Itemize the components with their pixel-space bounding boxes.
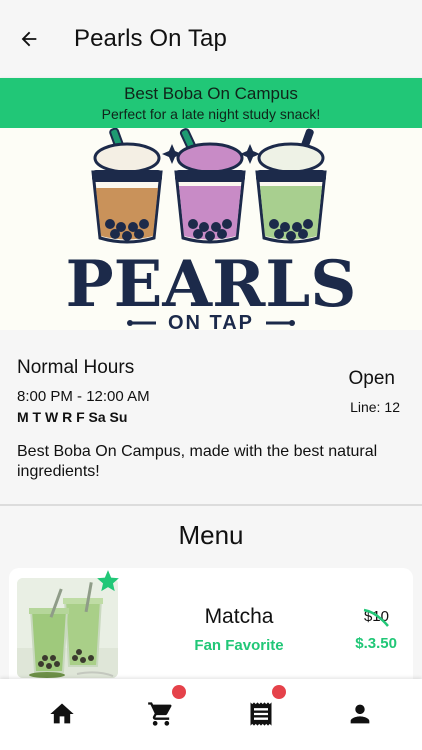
shop-info-section: Normal Hours 8:00 PM - 12:00 AM M T W R … [0,330,422,504]
item-old-price: $10 [363,608,389,627]
orders-badge [272,685,286,699]
arrow-back-icon [21,31,37,47]
taro-cup-icon [174,128,246,244]
matcha-cup-icon [255,128,327,244]
nav-cart[interactable] [144,697,178,731]
bottom-navigation [0,679,422,750]
home-icon [50,703,74,724]
star-icon [97,570,119,592]
section-divider [0,504,422,506]
hours-time: 8:00 PM - 12:00 AM [17,388,150,405]
app-bar: Pearls On Tap [0,0,422,78]
hours-days: M T W R F Sa Su [17,409,128,425]
person-icon [350,704,370,724]
shop-logo-image: PEARLS ON TAP [0,128,422,330]
banner-title: Best Boba On Campus [124,84,298,103]
nav-profile[interactable] [343,697,377,731]
back-button[interactable] [14,24,44,54]
open-status: Open [348,368,395,389]
cart-icon [148,702,172,726]
shop-description: Best Boba On Campus, made with the best … [17,443,378,480]
nav-home[interactable] [45,697,79,731]
brown-tea-cup-icon [91,128,163,244]
logo-text-pearls: PEARLS [66,247,357,322]
line-label: Line: [350,399,381,415]
hours-title: Normal Hours [17,357,135,378]
banner-subtitle: Perfect for a late night study snack! [101,106,321,122]
strikethrough-icon [363,608,389,627]
receipt-icon [250,702,272,726]
page-title: Pearls On Tap [74,25,227,52]
cart-badge [172,685,186,699]
promo-banner: Best Boba On Campus Perfect for a late n… [0,78,422,128]
item-new-price: $.3.50 [355,635,397,652]
nav-orders[interactable] [244,697,278,731]
logo-text-on-tap: ON TAP [168,312,254,330]
item-name: Matcha [204,605,274,628]
line-count: Line: 12 [350,399,400,415]
menu-heading: Menu [178,520,244,550]
line-value: 12 [384,399,400,415]
item-tag: Fan Favorite [194,637,284,654]
